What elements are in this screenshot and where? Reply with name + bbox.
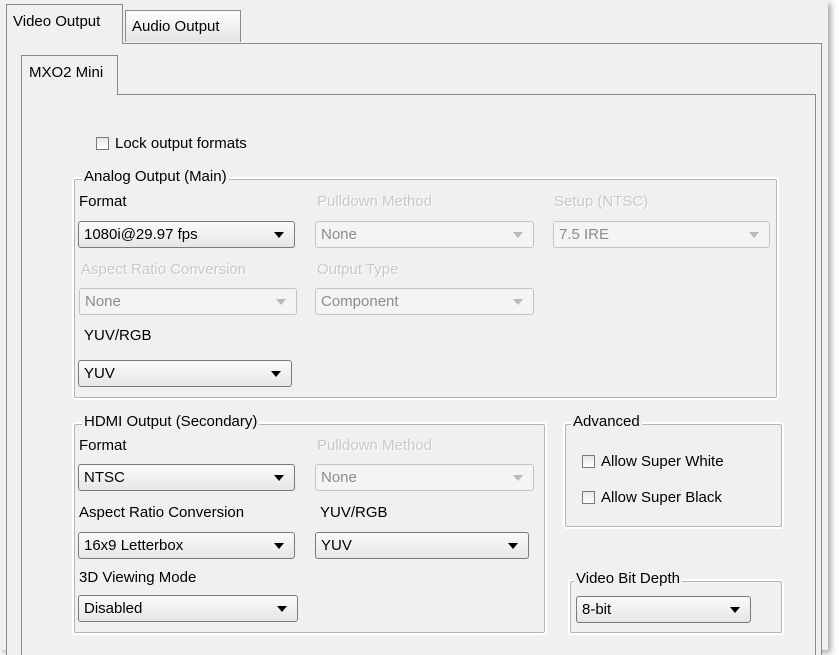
allow-super-white-checkbox[interactable]: Allow Super White (582, 453, 724, 470)
chevron-down-icon (274, 232, 284, 238)
video-bit-depth-value: 8-bit (582, 601, 612, 618)
hdmi-pulldown-dropdown[interactable]: None (315, 464, 534, 491)
hdmi-format-dropdown[interactable]: NTSC (78, 464, 295, 491)
hdmi-pulldown-value: None (321, 469, 357, 486)
analog-pulldown-dropdown[interactable]: None (315, 221, 534, 248)
output-tab-bar: Video Output Audio Output (0, 0, 828, 44)
hdmi-aspect-dropdown[interactable]: 16x9 Letterbox (78, 532, 295, 559)
analog-output-type-value: Component (321, 293, 399, 310)
hdmi-format-label: Format (79, 437, 127, 454)
lock-output-formats-checkbox[interactable]: Lock output formats (96, 135, 247, 152)
analog-yuvrgb-value: YUV (84, 365, 115, 382)
allow-super-black-checkbox[interactable]: Allow Super Black (582, 489, 722, 506)
tab-mxo2-mini-label: MXO2 Mini (29, 64, 104, 81)
allow-super-white-label: Allow Super White (601, 453, 724, 470)
analog-setup-dropdown[interactable]: 7.5 IRE (553, 221, 770, 248)
lock-output-formats-label: Lock output formats (115, 135, 247, 152)
analog-pulldown-label: Pulldown Method (317, 193, 433, 210)
hdmi-3d-viewing-label: 3D Viewing Mode (79, 569, 197, 586)
chevron-down-icon (274, 543, 284, 549)
allow-super-white-box[interactable] (582, 455, 595, 468)
chevron-down-icon (730, 607, 740, 613)
video-output-settings-window: Video Output Audio Output MXO2 Mini Lock… (0, 0, 828, 655)
analog-output-group-title: Analog Output (Main) (82, 168, 229, 186)
analog-format-label: Format (79, 193, 127, 210)
chevron-down-icon (271, 371, 281, 377)
analog-format-value: 1080i@29.97 fps (84, 226, 198, 243)
analog-aspect-value: None (85, 293, 121, 310)
allow-super-black-label: Allow Super Black (601, 489, 722, 506)
tab-audio-output-label: Audio Output (132, 18, 220, 35)
hdmi-3d-viewing-dropdown[interactable]: Disabled (78, 595, 298, 622)
analog-setup-value: 7.5 IRE (559, 226, 610, 243)
hdmi-3d-viewing-value: Disabled (84, 600, 143, 617)
video-bit-depth-title: Video Bit Depth (574, 570, 682, 588)
hdmi-aspect-label: Aspect Ratio Conversion (79, 504, 245, 521)
chevron-down-icon (513, 232, 523, 238)
chevron-down-icon (276, 299, 286, 305)
hdmi-yuvrgb-value: YUV (321, 537, 352, 554)
chevron-down-icon (508, 543, 518, 549)
analog-aspect-label: Aspect Ratio Conversion (81, 261, 247, 278)
tab-video-output-label: Video Output (13, 13, 101, 30)
analog-aspect-dropdown[interactable]: None (79, 288, 297, 315)
analog-setup-label: Setup (NTSC) (554, 193, 649, 210)
analog-yuvrgb-dropdown[interactable]: YUV (78, 360, 292, 387)
analog-yuvrgb-label: YUV/RGB (84, 327, 152, 344)
tab-audio-output[interactable]: Audio Output (125, 10, 241, 42)
hdmi-format-value: NTSC (84, 469, 125, 486)
analog-output-type-dropdown[interactable]: Component (315, 288, 534, 315)
chevron-down-icon (274, 475, 284, 481)
chevron-down-icon (749, 232, 759, 238)
chevron-down-icon (513, 475, 523, 481)
analog-output-type-label: Output Type (317, 261, 399, 278)
video-bit-depth-dropdown[interactable]: 8-bit (576, 596, 751, 623)
chevron-down-icon (513, 299, 523, 305)
allow-super-black-box[interactable] (582, 491, 595, 504)
chevron-down-icon (277, 606, 287, 612)
hdmi-output-group-title: HDMI Output (Secondary) (82, 413, 260, 431)
hdmi-aspect-value: 16x9 Letterbox (84, 537, 184, 554)
tab-video-output[interactable]: Video Output (6, 4, 123, 44)
hdmi-pulldown-label: Pulldown Method (317, 437, 433, 454)
tab-mxo2-mini[interactable]: MXO2 Mini (21, 55, 118, 95)
advanced-group-title: Advanced (571, 413, 642, 431)
lock-output-formats-box[interactable] (96, 137, 109, 150)
hdmi-yuvrgb-label: YUV/RGB (320, 504, 388, 521)
advanced-group: Advanced (563, 413, 784, 529)
hdmi-yuvrgb-dropdown[interactable]: YUV (315, 532, 529, 559)
analog-format-dropdown[interactable]: 1080i@29.97 fps (78, 221, 295, 248)
analog-pulldown-value: None (321, 226, 357, 243)
